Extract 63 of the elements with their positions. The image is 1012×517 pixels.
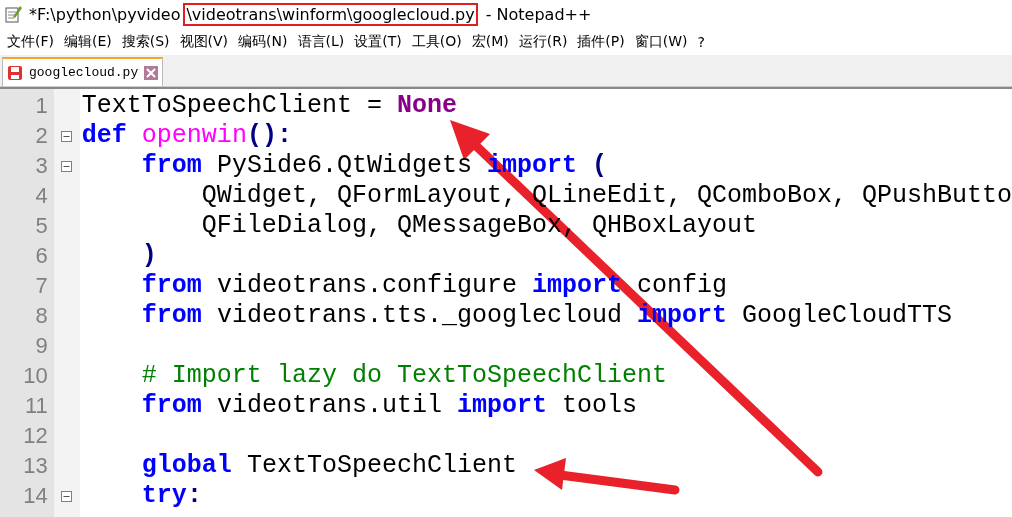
constant: None xyxy=(396,91,457,120)
line-number: 9 xyxy=(34,332,49,360)
code-text: TextToSpeechClient = xyxy=(81,91,383,120)
code-text: GoogleCloudTTS xyxy=(740,301,952,330)
menu-item[interactable]: ? xyxy=(692,33,710,50)
line-number: 13 xyxy=(22,452,49,480)
line-number: 2 xyxy=(34,122,49,150)
menu-item[interactable]: 语言(L) xyxy=(292,32,350,51)
line-number: 8 xyxy=(34,302,49,330)
line-number: 12 xyxy=(22,422,49,450)
code-text: videotrans.tts._googlecloud xyxy=(215,301,623,330)
line-number: 5 xyxy=(34,212,49,240)
highlighted-title-text: \videotrans\winform\googlecloud.py xyxy=(183,2,478,26)
keyword: def xyxy=(81,121,127,150)
line-number: 3 xyxy=(34,152,49,180)
menu-item[interactable]: 编码(N) xyxy=(233,32,293,51)
window-title: - Notepad++ xyxy=(484,3,593,26)
menu-item[interactable]: 宏(M) xyxy=(466,32,514,51)
fold-icon[interactable] xyxy=(61,490,73,502)
line-number: 6 xyxy=(34,242,49,270)
menu-item[interactable]: 设置(T) xyxy=(349,32,407,51)
tab-label: googlecloud.py xyxy=(29,65,139,80)
punctuation: (): xyxy=(246,121,292,150)
code-text: videotrans.configure xyxy=(215,271,518,300)
comment: # Import lazy do TextToSpeechClient xyxy=(140,361,667,390)
menu-item[interactable]: 搜索(S) xyxy=(116,32,175,51)
keyword: from xyxy=(140,151,202,180)
line-number: 11 xyxy=(24,392,49,420)
line-number: 7 xyxy=(34,272,49,300)
keyword: from xyxy=(140,301,202,330)
window-title: *F:\python\pyvideo xyxy=(28,3,182,26)
fold-icon[interactable] xyxy=(61,160,73,172)
punctuation: ) xyxy=(140,241,157,270)
code-text: tools xyxy=(560,391,637,420)
menu-item[interactable]: 文件(F) xyxy=(2,32,59,51)
menu-item[interactable]: 运行(R) xyxy=(513,32,573,51)
punctuation: ( xyxy=(590,151,607,180)
code-text: TextToSpeechClient xyxy=(245,451,517,480)
keyword: global xyxy=(140,451,232,480)
punctuation: : xyxy=(186,481,202,510)
menu-item[interactable]: 工具(O) xyxy=(406,32,467,51)
code-text: QWidget, QFormLayout, QLineEdit, QComboBox, QPushButto xyxy=(200,181,1012,210)
menu-item[interactable]: 编辑(E) xyxy=(59,32,117,51)
keyword: try xyxy=(140,481,187,510)
fold-icon[interactable] xyxy=(61,130,73,142)
code-text: PySide6.QtWidgets xyxy=(215,151,473,180)
line-number: 14 xyxy=(22,482,49,510)
line-number: 4 xyxy=(34,182,49,210)
menu-item[interactable]: 插件(P) xyxy=(572,32,630,51)
line-number: 1 xyxy=(34,92,49,120)
keyword: import xyxy=(456,391,547,420)
menu-item[interactable]: 窗口(W) xyxy=(629,32,693,51)
menu-item[interactable]: 视图(V) xyxy=(174,32,234,51)
close-icon[interactable] xyxy=(144,65,159,80)
line-number: 10 xyxy=(22,362,49,390)
keyword: from xyxy=(140,391,202,420)
keyword: from xyxy=(140,271,202,300)
keyword: import xyxy=(531,271,622,300)
function-name: openwin xyxy=(140,121,247,150)
file-tab[interactable]: googlecloud.py xyxy=(2,57,164,86)
notepad-icon xyxy=(4,5,22,23)
code-text: config xyxy=(635,271,727,300)
code-text: videotrans.util xyxy=(215,391,443,420)
